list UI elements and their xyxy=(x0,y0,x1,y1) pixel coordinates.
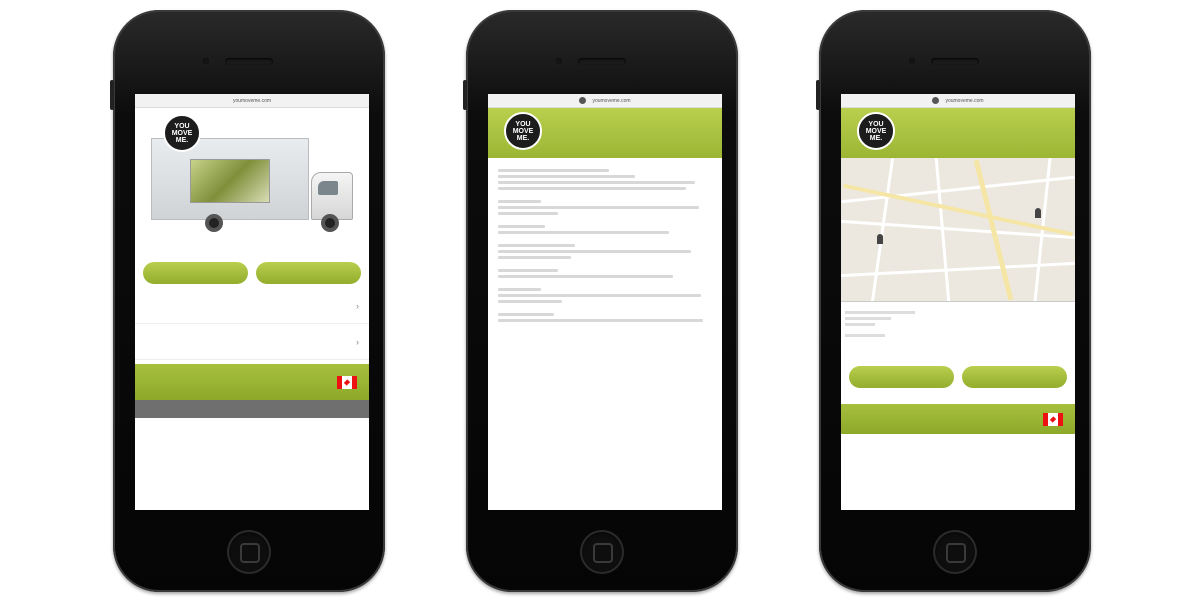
screen-services: youmoveme.com YOU MOVE ME. xyxy=(488,94,722,510)
logo-line: ME. xyxy=(175,136,189,144)
home-button[interactable] xyxy=(227,530,271,574)
logo-line: ME. xyxy=(516,134,530,142)
content-section xyxy=(498,225,712,234)
logo[interactable]: YOU MOVE ME. xyxy=(163,114,201,152)
logo-line: YOU xyxy=(174,122,190,130)
logo-line: MOVE xyxy=(512,127,534,135)
content-section xyxy=(498,269,712,278)
url-bar[interactable]: youmoveme.com xyxy=(135,94,369,108)
url-text: youmoveme.com xyxy=(232,97,272,104)
content-section xyxy=(498,200,712,215)
map-marker-icon[interactable] xyxy=(877,234,883,244)
footer-bar xyxy=(841,404,1075,434)
action-button-right[interactable] xyxy=(962,366,1067,388)
hero-truck: YOU MOVE ME. xyxy=(135,108,369,258)
speaker-grille xyxy=(931,58,979,65)
location-map[interactable] xyxy=(841,158,1075,302)
action-button-left[interactable] xyxy=(143,262,248,284)
truck-cab xyxy=(311,172,353,220)
camera-icon xyxy=(907,56,917,66)
action-button-left[interactable] xyxy=(849,366,954,388)
canada-flag-icon[interactable] xyxy=(1043,412,1063,426)
screen-contact: youmoveme.com YOU MOVE ME. xyxy=(841,94,1075,510)
phone-home: youmoveme.com YOU MOVE ME. › › xyxy=(110,10,385,592)
camera-icon xyxy=(554,56,564,66)
logo-line: YOU xyxy=(868,120,884,128)
site-icon xyxy=(579,97,587,104)
address-block xyxy=(841,302,1075,346)
wheel-icon xyxy=(321,214,339,232)
wheel-icon xyxy=(205,214,223,232)
action-buttons xyxy=(841,362,1075,392)
logo-line: MOVE xyxy=(865,127,887,135)
url-text: youmoveme.com xyxy=(945,97,984,104)
nav-row[interactable]: › xyxy=(135,288,369,324)
screen-home: youmoveme.com YOU MOVE ME. › › xyxy=(135,94,369,510)
map-marker-icon[interactable] xyxy=(1035,208,1041,218)
logo-line: MOVE xyxy=(171,129,193,137)
truck-graphic xyxy=(190,159,270,203)
logo-line: ME. xyxy=(869,134,883,142)
action-buttons xyxy=(135,258,369,288)
content-section xyxy=(498,288,712,303)
camera-icon xyxy=(201,56,211,66)
url-text: youmoveme.com xyxy=(592,97,631,104)
speaker-grille xyxy=(578,58,626,65)
content-body xyxy=(488,158,722,340)
speaker-grille xyxy=(225,58,273,65)
content-section xyxy=(498,244,712,259)
site-icon xyxy=(932,97,940,104)
subfooter xyxy=(135,400,369,418)
chevron-right-icon: › xyxy=(356,336,359,347)
footer-bar xyxy=(135,364,369,400)
logo-line: YOU xyxy=(515,120,531,128)
page-header: YOU MOVE ME. xyxy=(488,108,722,158)
content-section xyxy=(498,313,712,322)
url-bar[interactable]: youmoveme.com xyxy=(488,94,722,108)
cab-window xyxy=(318,181,338,195)
logo[interactable]: YOU MOVE ME. xyxy=(857,112,895,150)
url-bar[interactable]: youmoveme.com xyxy=(841,94,1075,108)
canada-flag-icon[interactable] xyxy=(337,375,357,389)
nav-row[interactable]: › xyxy=(135,324,369,360)
phone-contact: youmoveme.com YOU MOVE ME. xyxy=(816,10,1091,592)
action-button-right[interactable] xyxy=(256,262,361,284)
content-section xyxy=(498,169,712,190)
chevron-right-icon: › xyxy=(356,300,359,311)
page-header: YOU MOVE ME. xyxy=(841,108,1075,158)
logo[interactable]: YOU MOVE ME. xyxy=(504,112,542,150)
mockup-stage: youmoveme.com YOU MOVE ME. › › youmoveme… xyxy=(0,0,1200,600)
phone-services: youmoveme.com YOU MOVE ME. xyxy=(463,10,738,592)
home-button[interactable] xyxy=(580,530,624,574)
home-button[interactable] xyxy=(933,530,977,574)
